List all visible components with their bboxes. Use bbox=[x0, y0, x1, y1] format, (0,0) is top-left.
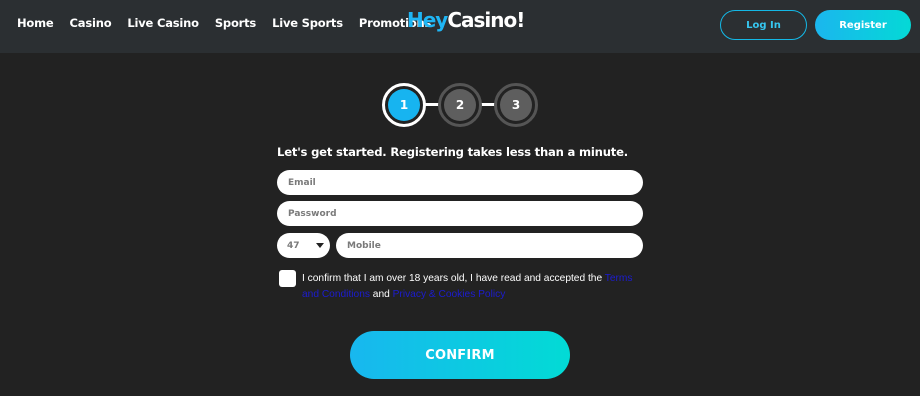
nav-live-sports[interactable]: Live Sports bbox=[272, 16, 343, 30]
email-input[interactable] bbox=[277, 170, 643, 195]
step-connector bbox=[425, 103, 439, 106]
logo-part-casino: Casino! bbox=[447, 8, 525, 32]
register-button[interactable]: Register bbox=[815, 10, 911, 40]
step-connector bbox=[481, 103, 495, 106]
terms-and: and bbox=[369, 289, 393, 300]
step-2-label: 2 bbox=[444, 89, 476, 121]
login-button[interactable]: Log In bbox=[720, 10, 807, 40]
country-code-value: 47 bbox=[287, 240, 300, 251]
logo-part-hey: Hey bbox=[407, 8, 448, 32]
nav-home[interactable]: Home bbox=[17, 16, 54, 30]
top-navigation-bar: Home Casino Live Casino Sports Live Spor… bbox=[0, 0, 920, 53]
chevron-down-icon bbox=[316, 243, 324, 248]
confirm-button[interactable]: CONFIRM bbox=[350, 331, 570, 379]
main-nav: Home Casino Live Casino Sports Live Spor… bbox=[17, 16, 431, 30]
step-3-label: 3 bbox=[500, 89, 532, 121]
terms-text: I confirm that I am over 18 years old, I… bbox=[302, 271, 647, 303]
mobile-input[interactable] bbox=[336, 233, 643, 258]
registration-intro-text: Let's get started. Registering takes les… bbox=[277, 145, 628, 159]
registration-stepper: 1 2 3 bbox=[382, 83, 538, 127]
nav-live-casino[interactable]: Live Casino bbox=[127, 16, 199, 30]
step-2-indicator: 2 bbox=[438, 83, 482, 127]
step-1-indicator: 1 bbox=[382, 83, 426, 127]
terms-prefix: I confirm that I am over 18 years old, I… bbox=[302, 273, 605, 284]
nav-casino[interactable]: Casino bbox=[70, 16, 112, 30]
privacy-link[interactable]: Privacy & Cookies Policy bbox=[393, 289, 506, 300]
step-1-label: 1 bbox=[388, 89, 420, 121]
terms-checkbox[interactable] bbox=[279, 270, 296, 287]
nav-sports[interactable]: Sports bbox=[215, 16, 256, 30]
country-code-select[interactable]: 47 bbox=[277, 233, 330, 258]
password-input[interactable] bbox=[277, 201, 643, 226]
step-3-indicator: 3 bbox=[494, 83, 538, 127]
heycasino-logo[interactable]: HeyCasino! bbox=[407, 8, 525, 32]
